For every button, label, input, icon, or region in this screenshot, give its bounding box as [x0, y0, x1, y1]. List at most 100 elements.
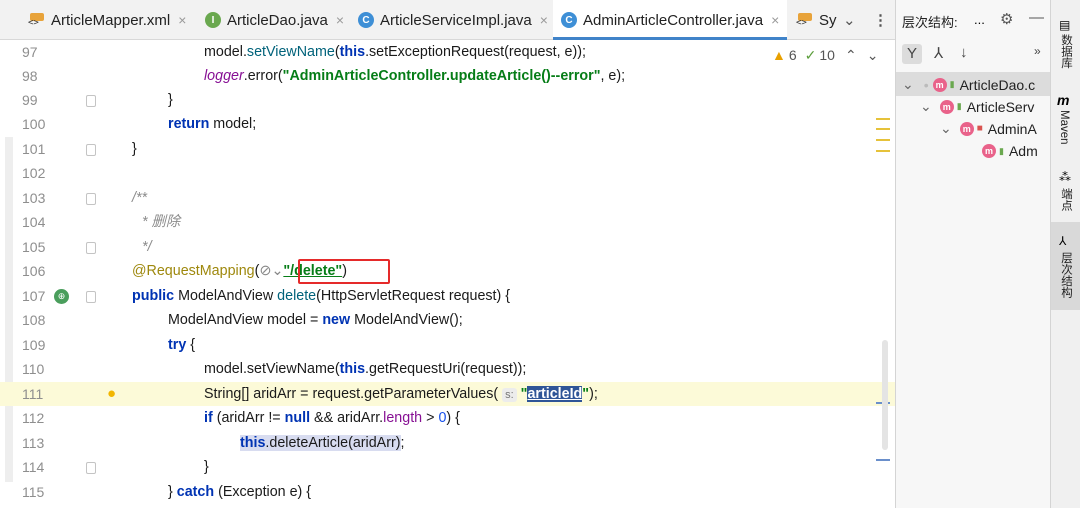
line-number: 114: [22, 459, 45, 475]
vertical-scrollbar[interactable]: [882, 340, 888, 450]
code-line: 113 this.deleteArticle(aridArr);: [0, 431, 895, 455]
code-text: public ModelAndView delete(HttpServletRe…: [132, 288, 511, 304]
code-line: 97 model.setViewName(this.setExceptionRe…: [0, 40, 895, 64]
fold-icon[interactable]: [86, 291, 96, 303]
tool-endpoints[interactable]: 端点: [1058, 188, 1074, 211]
fold-icon[interactable]: [86, 462, 96, 474]
minimize-icon[interactable]: —: [1029, 9, 1044, 26]
code-text: /**: [132, 190, 148, 206]
code-text: return model;: [168, 116, 257, 132]
more-vertical-icon[interactable]: ⋮: [873, 0, 888, 40]
line-number: 100: [22, 116, 46, 132]
type-hierarchy-icon[interactable]: Y: [902, 44, 922, 64]
subtypes-icon[interactable]: ⅄: [934, 44, 943, 62]
tool-window-strip: ▤ 数据库 m Maven ⁂ 端点 ⅄ 层次结构: [1050, 0, 1080, 508]
sort-icon[interactable]: ↓: [960, 44, 968, 61]
scroll-marker: [876, 139, 890, 141]
lightbulb-icon[interactable]: ●: [107, 385, 116, 402]
tree-item-article-service[interactable]: ⌄ m ▮ ArticleServ: [920, 98, 1034, 115]
xml-file-icon: [28, 12, 46, 28]
fold-icon[interactable]: [86, 144, 96, 156]
check-count: 10: [819, 47, 835, 63]
delete-mapping-highlight: [298, 259, 390, 284]
line-number: 110: [22, 361, 45, 377]
line-number: 101: [22, 141, 46, 157]
line-number: 113: [22, 435, 45, 451]
tool-hierarchy[interactable]: 层次结构: [1058, 252, 1074, 298]
scroll-marker: [876, 150, 890, 152]
line-number: 112: [22, 410, 45, 426]
check-icon: ✓: [804, 46, 817, 63]
panel-title: 层次结构:: [902, 15, 958, 30]
class-icon: C: [358, 12, 374, 28]
close-icon[interactable]: ×: [336, 12, 344, 28]
code-text: model.setViewName(this.setExceptionReque…: [204, 44, 586, 60]
endpoints-icon: ⁂: [1059, 170, 1071, 184]
gear-icon[interactable]: ⚙: [1000, 10, 1013, 28]
close-icon[interactable]: ×: [178, 12, 186, 28]
line-number: 108: [22, 312, 46, 328]
line-number: 103: [22, 190, 46, 206]
inspection-widget[interactable]: ▲ 6 ✓ 10 ⌃ ⌄: [772, 44, 878, 66]
code-text: }: [132, 141, 137, 157]
close-icon[interactable]: ×: [771, 12, 779, 28]
editor-tab-bar: ArticleMapper.xml × I ArticleDao.java × …: [0, 0, 895, 40]
code-line: 100 return model;: [0, 112, 895, 136]
collapse-icon[interactable]: ⌄: [940, 120, 952, 137]
tab-article-service-impl[interactable]: C ArticleServiceImpl.java ×: [358, 0, 548, 40]
line-number: 97: [22, 44, 38, 60]
line-number: 115: [22, 484, 45, 500]
code-line: 110 model.setViewName(this.getRequestUri…: [0, 357, 895, 381]
code-text: */: [142, 239, 152, 255]
scroll-marker: [876, 459, 890, 461]
code-line: 107 ⊕ public ModelAndView delete(HttpSer…: [0, 284, 895, 308]
code-text: }: [204, 459, 209, 475]
code-text: if (aridArr != null && aridArr.length > …: [204, 410, 460, 426]
panel-more-button[interactable]: ...: [974, 12, 985, 27]
line-number: 99: [22, 92, 38, 108]
tree-item-admin-article[interactable]: ⌄ m ■ AdminA: [940, 120, 1037, 137]
tab-label: ArticleServiceImpl.java: [380, 11, 532, 29]
fold-icon[interactable]: [86, 193, 96, 205]
line-number: 104: [22, 214, 46, 230]
next-highlight-icon[interactable]: ⌄: [867, 47, 879, 64]
line-number: 98: [22, 68, 38, 84]
tabs-dropdown-chevron-icon[interactable]: ⌄: [843, 0, 856, 40]
scroll-marker: [876, 128, 890, 130]
tree-item-article-dao[interactable]: ⌄ • m ▮ ArticleDao.c: [902, 76, 1035, 93]
database-icon: ▤: [1059, 18, 1071, 32]
tree-label: AdminA: [987, 120, 1037, 137]
tab-article-mapper[interactable]: ArticleMapper.xml ×: [28, 0, 186, 40]
tree-label: ArticleDao.c: [959, 76, 1036, 93]
tool-maven[interactable]: Maven: [1058, 110, 1070, 145]
tool-database[interactable]: 数据库: [1058, 34, 1074, 69]
tree-label: ArticleServ: [966, 98, 1035, 115]
expand-more-icon[interactable]: »: [1034, 44, 1041, 58]
tab-label: ArticleMapper.xml: [51, 11, 171, 29]
code-line: 99 }: [0, 88, 895, 112]
code-line: 112 if (aridArr != null && aridArr.lengt…: [0, 406, 895, 430]
tab-sy[interactable]: Sy: [796, 0, 837, 40]
line-number: 109: [22, 337, 46, 353]
tab-admin-article-controller[interactable]: C AdminArticleController.java ×: [553, 0, 788, 40]
collapse-icon[interactable]: ⌄: [902, 76, 914, 93]
hierarchy-panel: 层次结构: ... ⚙ — Y ⅄ ↓ » ⌄ • m ▮ ArticleDao…: [895, 0, 1051, 508]
code-text: * 删除: [142, 214, 181, 230]
tree-item-adm[interactable]: m ▮ Adm: [982, 143, 1038, 159]
class-icon: C: [561, 12, 577, 28]
fold-icon[interactable]: [86, 242, 96, 254]
collapse-icon[interactable]: ⌄: [920, 98, 932, 115]
code-line: 106 @RequestMapping(⊘⌄"/delete"): [0, 259, 895, 283]
fold-icon[interactable]: [86, 95, 96, 107]
maven-icon: m: [1057, 92, 1070, 108]
warning-icon: ▲: [772, 47, 786, 63]
close-icon[interactable]: ×: [540, 12, 548, 28]
tab-article-dao[interactable]: I ArticleDao.java ×: [205, 0, 344, 40]
code-line: 115 } catch (Exception e) {: [0, 480, 895, 504]
warning-count: 6: [788, 47, 797, 63]
web-endpoint-icon[interactable]: ⊕: [54, 289, 69, 304]
line-number: 106: [22, 263, 46, 279]
previous-highlight-icon[interactable]: ⌃: [845, 47, 857, 64]
code-line-current: 111 ● String[] aridArr = request.getPara…: [0, 382, 895, 406]
xml-file-icon: [796, 12, 814, 28]
